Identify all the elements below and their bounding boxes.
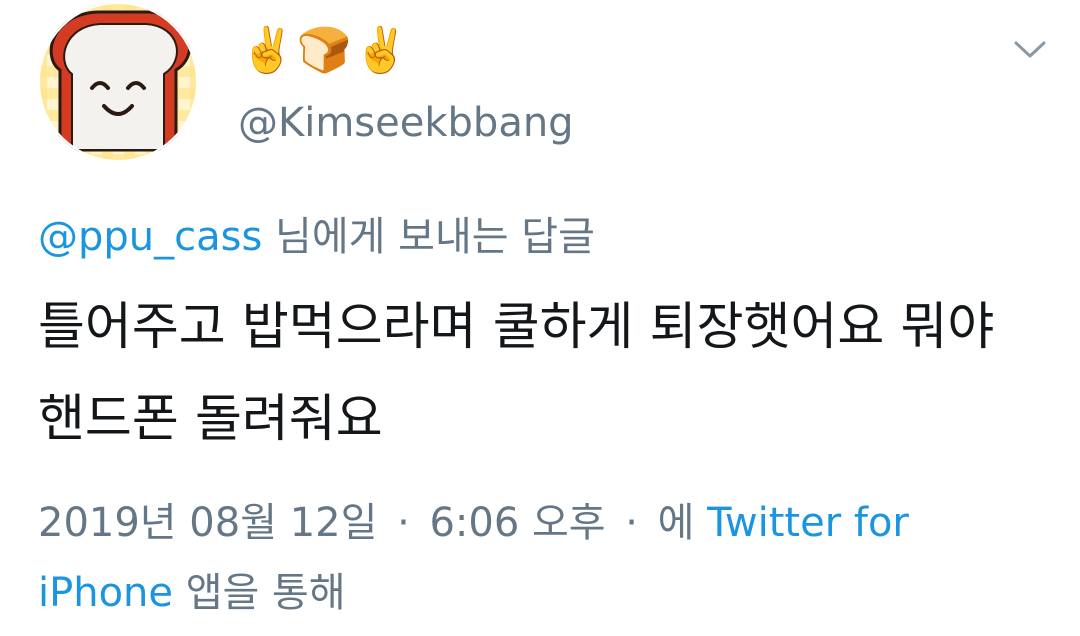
- tweet-time[interactable]: 6:06 오후: [429, 500, 605, 546]
- avatar[interactable]: [36, 0, 200, 164]
- tweet-text: 틀어주고 밥먹으라며 쿨하게 퇴장햇어요 뭐야 핸드폰 돌려줘요: [38, 298, 995, 449]
- chevron-down-icon: [1014, 41, 1046, 58]
- tweet-menu-button[interactable]: [1010, 34, 1050, 64]
- tweet-meta: 2019년 08월 12일 · 6:06 오후 · 에 Twitter for iPho…: [38, 488, 1048, 628]
- reply-suffix: 님에게 보내는 답글: [262, 214, 595, 260]
- source-suffix: 앱을 통해: [173, 570, 346, 616]
- source-prefix: 에: [657, 500, 708, 546]
- separator-dot: ·: [625, 500, 638, 546]
- bread-slice-smiley-icon: [38, 2, 198, 162]
- user-handle[interactable]: @Kimseekbbang: [238, 100, 574, 146]
- separator-dot: ·: [397, 500, 410, 546]
- tweet-date[interactable]: 2019년 08월 12일: [38, 500, 377, 546]
- reply-mention-link[interactable]: @ppu_cass: [38, 214, 262, 260]
- display-name[interactable]: ✌️🍞✌️: [240, 22, 410, 80]
- replying-to: @ppu_cass 님에게 보내는 답글: [38, 204, 595, 262]
